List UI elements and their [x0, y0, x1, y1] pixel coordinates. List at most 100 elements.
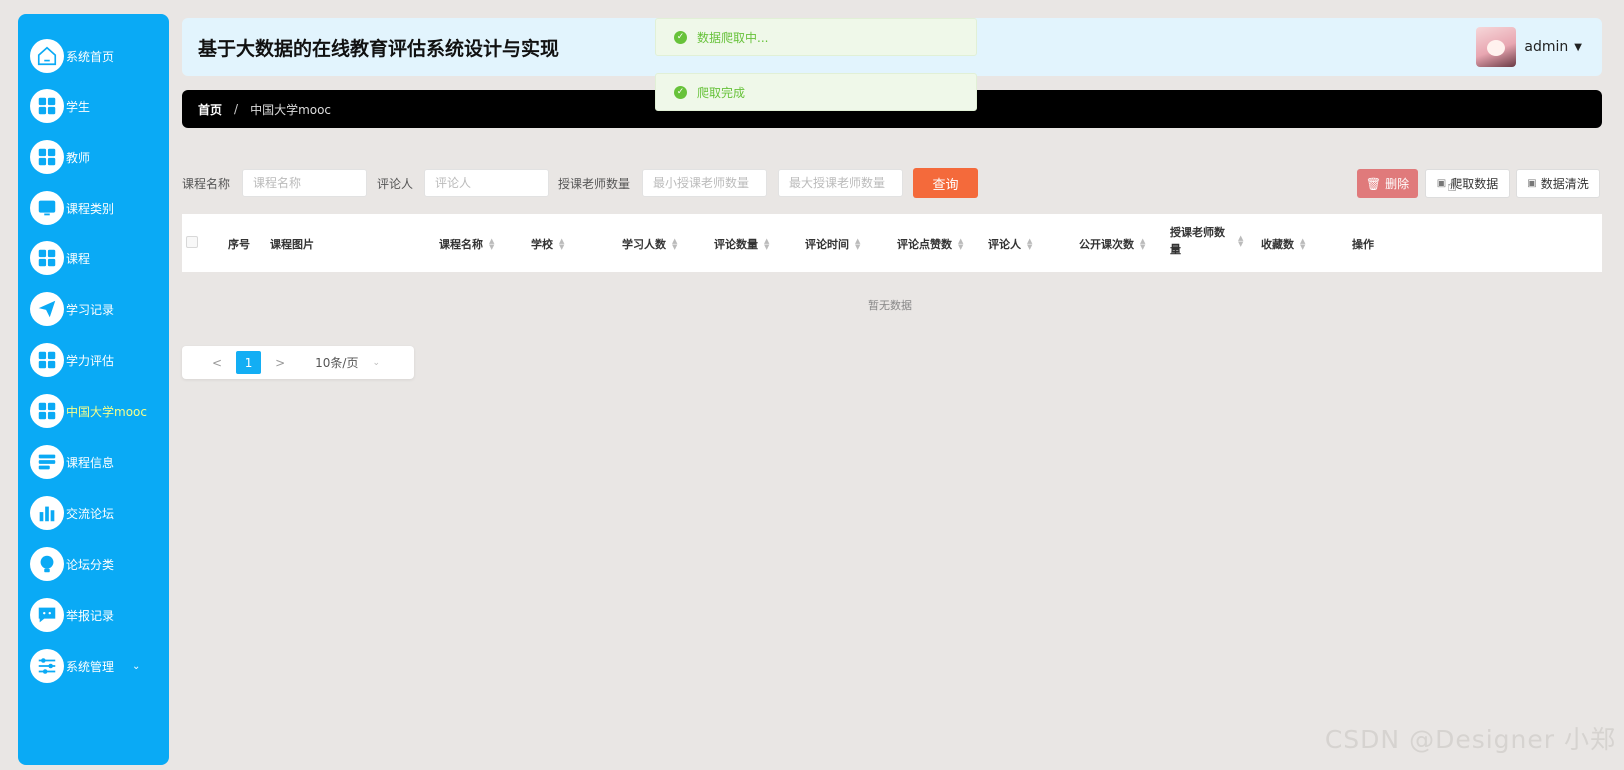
col-comment-likes[interactable]: 评论点赞数 ▲ ▼ — [897, 236, 963, 252]
sidebar-item-label: 学力评估 — [66, 353, 115, 368]
query-button[interactable]: 查询 — [913, 168, 978, 198]
reviewer-input[interactable] — [424, 169, 549, 197]
breadcrumb-separator: / — [234, 102, 239, 116]
crawl-label: 爬取数据 — [1450, 177, 1499, 191]
sidebar-item-course-category[interactable]: 课程类别 — [30, 188, 169, 228]
prev-page-button[interactable]: < — [212, 356, 222, 370]
col-label: 课程名称 — [439, 238, 483, 251]
sort-icon[interactable]: ▲ ▼ — [1140, 238, 1145, 251]
reviewer-label: 评论人 — [377, 177, 414, 191]
grid-icon — [30, 89, 64, 123]
col-teacher-count[interactable]: 授课老师数量 ▲ ▼ — [1170, 224, 1250, 258]
trash-icon: 🗑 — [1365, 176, 1382, 191]
empty-state: 暂无数据 — [868, 299, 912, 312]
user-name: admin — [1524, 39, 1569, 55]
sidebar-item-label: 中国大学mooc — [66, 404, 147, 419]
sort-icon[interactable]: ▲ ▼ — [855, 238, 860, 251]
col-learners[interactable]: 学习人数 ▲ ▼ — [622, 236, 677, 252]
select-all-checkbox[interactable] — [186, 236, 198, 248]
sort-icon[interactable]: ▲ ▼ — [1027, 238, 1032, 251]
sidebar-item-label: 系统首页 — [66, 49, 115, 64]
min-teacher-count-input[interactable] — [642, 169, 767, 197]
sidebar-item-label: 教师 — [66, 150, 91, 165]
page-size-select[interactable]: 10条/页 — [315, 354, 358, 371]
delete-button[interactable]: 🗑 删除 — [1357, 169, 1418, 198]
sidebar-item-home[interactable]: 系统首页 — [30, 36, 169, 76]
sidebar-item-course[interactable]: 课程 — [30, 238, 169, 278]
col-comment-time[interactable]: 评论时间 ▲ ▼ — [805, 236, 860, 252]
max-teacher-count-input[interactable] — [778, 169, 903, 197]
breadcrumb-home[interactable]: 首页 — [198, 101, 222, 118]
sidebar-item-study-records[interactable]: 学习记录 — [30, 289, 169, 329]
sort-icon[interactable]: ▲ ▼ — [1238, 235, 1243, 248]
grid-icon — [30, 241, 64, 275]
database-icon: ▣ — [1527, 178, 1537, 189]
col-actions: 操作 — [1352, 238, 1374, 251]
col-label: 学校 — [531, 238, 553, 251]
sidebar-item-label: 举报记录 — [66, 608, 115, 623]
next-page-button[interactable]: > — [275, 356, 285, 370]
sidebar: 系统首页 学生 教师 课程类别 课程 学习记录 学力评估 中国大学mooc 课程… — [18, 14, 169, 765]
col-reviewer[interactable]: 评论人 ▲ ▼ — [988, 236, 1032, 252]
sidebar-item-label: 论坛分类 — [66, 557, 115, 572]
col-favorites[interactable]: 收藏数 ▲ ▼ — [1261, 236, 1305, 252]
sidebar-item-label: 课程 — [66, 251, 91, 266]
grid-icon — [30, 343, 64, 377]
col-school[interactable]: 学校 ▲ ▼ — [531, 236, 564, 252]
toast-message: ✓ 数据爬取中... — [655, 18, 977, 56]
col-course-name[interactable]: 课程名称 ▲ ▼ — [439, 236, 494, 252]
clean-label: 数据清洗 — [1540, 177, 1589, 191]
col-label: 评论数量 — [714, 238, 758, 251]
search-bar: 课程名称 评论人 授课老师数量 查询 🗑 删除 ▣ 爬取数据 ▣ 数据清洗 — [182, 168, 1602, 198]
sidebar-item-label: 系统管理 — [66, 659, 115, 674]
monitor-icon — [30, 191, 64, 225]
list-icon — [30, 445, 64, 479]
chevron-down-icon: ⌄ — [372, 357, 380, 368]
col-comment-count[interactable]: 评论数量 ▲ ▼ — [714, 236, 769, 252]
sort-icon[interactable]: ▲ ▼ — [958, 238, 963, 251]
col-label: 授课老师数量 — [1170, 226, 1225, 256]
sort-icon[interactable]: ▲ ▼ — [764, 238, 769, 251]
database-icon: ▣ — [1436, 178, 1447, 189]
watermark: CSDN @Designer 小郑 — [1324, 725, 1616, 754]
col-index: 序号 — [228, 238, 250, 251]
breadcrumb-current: 中国大学mooc — [250, 102, 332, 117]
sidebar-item-students[interactable]: 学生 — [30, 86, 169, 126]
sidebar-item-assessment[interactable]: 学力评估 — [30, 340, 169, 380]
course-name-input[interactable] — [242, 169, 367, 197]
sidebar-item-label: 课程信息 — [66, 455, 115, 470]
toast-message: ✓ 爬取完成 — [655, 73, 977, 111]
sidebar-item-mooc[interactable]: 中国大学mooc — [30, 391, 169, 431]
col-label: 公开课次数 — [1079, 238, 1134, 251]
sidebar-item-reports[interactable]: 举报记录 — [30, 595, 169, 635]
sort-icon[interactable]: ▲ ▼ — [559, 238, 564, 251]
sidebar-item-forum[interactable]: 交流论坛 — [30, 493, 169, 533]
grid-icon — [30, 394, 64, 428]
sidebar-item-course-info[interactable]: 课程信息 — [30, 442, 169, 482]
pagination: < 1 > 10条/页 ⌄ — [182, 346, 414, 379]
sort-icon[interactable]: ▲ ▼ — [489, 238, 494, 251]
user-menu[interactable]: admin ▼ — [1476, 26, 1582, 68]
sidebar-item-forum-category[interactable]: 论坛分类 — [30, 544, 169, 584]
delete-label: 删除 — [1385, 177, 1410, 191]
toast-text: 爬取完成 — [697, 85, 746, 100]
sidebar-item-teachers[interactable]: 教师 — [30, 137, 169, 177]
bulb-icon — [30, 547, 64, 581]
caret-down-icon: ▼ — [1574, 41, 1582, 53]
hand-cursor-icon: ☝ — [1447, 176, 1457, 195]
col-label: 评论点赞数 — [897, 238, 952, 251]
success-icon: ✓ — [674, 85, 687, 99]
col-course-image: 课程图片 — [270, 238, 314, 251]
sidebar-item-system[interactable]: 系统管理 ⌄ — [30, 646, 169, 686]
col-label: 评论人 — [988, 238, 1021, 251]
sort-icon[interactable]: ▲ ▼ — [1300, 238, 1305, 251]
page-button[interactable]: 1 — [236, 351, 262, 374]
toast-text: 数据爬取中... — [697, 30, 769, 45]
col-open-course-count[interactable]: 公开课次数 ▲ ▼ — [1079, 236, 1145, 252]
crawl-data-button[interactable]: ▣ 爬取数据 — [1425, 169, 1510, 198]
grid-icon — [30, 140, 64, 174]
data-clean-button[interactable]: ▣ 数据清洗 — [1516, 169, 1600, 198]
sidebar-item-label: 课程类别 — [66, 201, 115, 216]
table-header: 序号 课程图片 课程名称 ▲ ▼ 学校 ▲ ▼ 学习人数 ▲ ▼ 评论数量 ▲ ▼ 评论时间 ▲ ▼… — [182, 214, 1602, 272]
sort-icon[interactable]: ▲ ▼ — [672, 238, 677, 251]
